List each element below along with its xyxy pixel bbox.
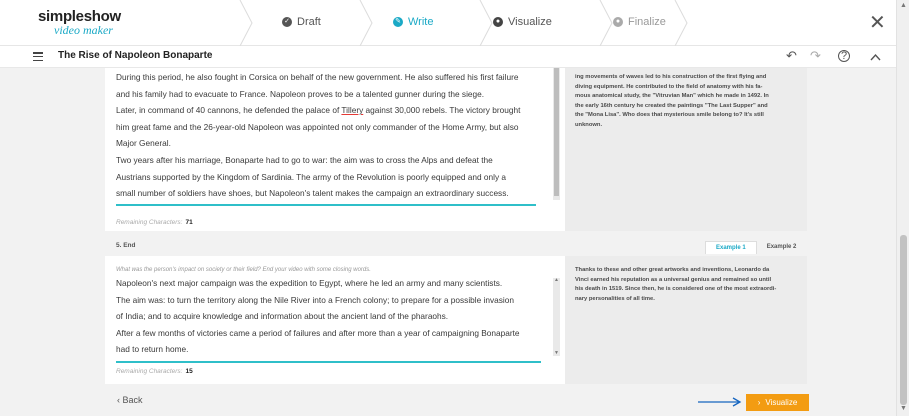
header-bar: simpleshow video maker ✓ Draft ✎ Write ● — [0, 0, 896, 46]
example-line: diving equipment. He contributed to the … — [575, 83, 763, 90]
back-label: Back — [122, 395, 143, 405]
step-finalize[interactable]: ● Finalize — [613, 16, 666, 28]
text-line: During this period, he also fought in Co… — [116, 72, 519, 82]
misspelled-word: Tillery — [341, 105, 364, 116]
help-icon[interactable]: ? — [838, 50, 850, 62]
example-tabs: Example 1 Example 2 — [705, 241, 806, 254]
brand-logo[interactable]: simpleshow video maker — [38, 9, 121, 36]
example-line: nary personalities of all time. — [575, 295, 655, 302]
remaining-label: Remaining Characters: — [116, 368, 183, 375]
scroll-up-icon[interactable]: ▲ — [554, 277, 559, 283]
text-line: Austrians supported by the Kingdom of Sa… — [116, 171, 507, 182]
progress-line — [116, 361, 541, 363]
text-line: and his family had to evacuate to France… — [116, 88, 485, 99]
page-scrollbar[interactable]: ▲ ▼ — [896, 0, 909, 416]
toolbar: The Rise of Napoleon Bonaparte ↶ ↷ ? — [0, 46, 896, 68]
chevron-right-icon: › — [757, 398, 761, 407]
section-5-label: 5. End — [116, 242, 136, 249]
progress-line — [116, 204, 536, 206]
section-5-editor[interactable]: What was the person's impact on society … — [105, 256, 565, 384]
arrow-right-icon — [698, 397, 742, 407]
visualize-label: Visualize — [765, 398, 798, 407]
text-line: him great fame and the 26-year-old Napol… — [116, 121, 519, 132]
step-draft-label: Draft — [297, 16, 321, 28]
step-write-label: Write — [408, 16, 434, 28]
brand-subtitle: video maker — [54, 23, 113, 37]
step-visualize[interactable]: ● Visualize — [493, 16, 552, 28]
step-visualize-label: Visualize — [508, 16, 552, 28]
section-5-example: Thanks to these and other great artworks… — [565, 256, 807, 384]
example-line: the early 16th century he created the pa… — [575, 102, 768, 109]
text-line: Two years after his marriage, Bonaparte … — [116, 154, 493, 165]
pencil-icon: ✎ — [393, 17, 403, 27]
chevron-left-icon: ‹ — [117, 395, 120, 405]
scroll-down-icon[interactable]: ▼ — [900, 405, 907, 412]
step-draft[interactable]: ✓ Draft — [282, 16, 321, 28]
remaining-characters: Remaining Characters: 15 — [116, 368, 193, 375]
app-window: simpleshow video maker ✓ Draft ✎ Write ● — [0, 0, 909, 416]
section-5-text[interactable]: Napoleon's next major campaign was the e… — [116, 275, 556, 358]
visualize-icon: ● — [493, 17, 503, 27]
undo-icon[interactable]: ↶ — [786, 49, 797, 63]
remaining-count: 71 — [185, 219, 193, 226]
editor-scrollbar[interactable]: ▲ ▼ — [553, 277, 560, 356]
progress-steps: ✓ Draft ✎ Write ● Visualize ● Finalize — [210, 0, 700, 46]
text-line: had to return home. — [116, 344, 189, 355]
scroll-down-icon[interactable]: ▼ — [554, 350, 559, 356]
text-line: The aim was: to turn the territory along… — [116, 294, 514, 305]
scroll-up-icon[interactable]: ▲ — [900, 2, 907, 9]
example-line: his death in 1519. Since then, he is con… — [575, 286, 777, 292]
example-line: unknown. — [575, 121, 603, 128]
finalize-icon: ● — [613, 17, 623, 27]
text-line: of India; and to acquire knowledge and i… — [116, 311, 449, 322]
text-line: After a few months of victories came a p… — [116, 327, 520, 338]
example-line: Thanks to these and other great artworks… — [575, 267, 770, 273]
section-4-example: ing movements of waves led to his constr… — [565, 68, 807, 231]
remaining-characters: Remaining Characters: 71 — [116, 219, 193, 226]
document-title: The Rise of Napoleon Bonaparte — [58, 50, 213, 61]
text-line: Later, in command of 40 cannons, he defe… — [116, 102, 556, 119]
step-write[interactable]: ✎ Write — [393, 16, 433, 28]
back-button[interactable]: ‹ Back — [117, 395, 143, 405]
text-line-start: Later, in command of 40 cannons, he defe… — [116, 105, 342, 116]
text-line: small number of soldiers have shoes, but… — [116, 188, 509, 199]
section-5-hint: What was the person's impact on society … — [116, 267, 371, 273]
tab-example-1[interactable]: Example 1 — [705, 241, 757, 254]
example-line: the "Mona Lisa". Who does that mysteriou… — [575, 112, 764, 118]
text-line: Napoleon's next major campaign was the e… — [116, 278, 503, 288]
example-line: mous anatomical study, the "Vitruvian Ma… — [575, 93, 769, 99]
section-4-text[interactable]: During this period, he also fought in Co… — [116, 69, 556, 202]
example-text: Thanks to these and other great artworks… — [575, 266, 803, 304]
step-finalize-label: Finalize — [628, 16, 666, 28]
example-line: Vinci earned his reputation as a univers… — [575, 276, 772, 283]
text-line-end: against 30,000 rebels. The victory broug… — [363, 105, 521, 116]
collapse-icon[interactable] — [870, 50, 881, 64]
text-line: Major General. — [116, 138, 171, 149]
brand-name: simpleshow — [38, 8, 121, 25]
example-line: ing movements of waves led to his constr… — [575, 74, 767, 80]
redo-icon[interactable]: ↷ — [810, 49, 821, 63]
close-icon[interactable]: ✕ — [869, 13, 886, 33]
tab-example-2[interactable]: Example 2 — [757, 241, 807, 254]
section-4-editor[interactable]: During this period, he also fought in Co… — [105, 68, 565, 231]
scrollbar-thumb[interactable] — [900, 235, 907, 405]
editor-scrollbar[interactable] — [553, 68, 560, 200]
visualize-button[interactable]: › Visualize — [746, 394, 809, 411]
example-text: ing movements of waves led to his constr… — [575, 73, 803, 130]
remaining-count: 15 — [185, 368, 193, 375]
check-icon: ✓ — [282, 17, 292, 27]
remaining-label: Remaining Characters: — [116, 219, 183, 226]
hamburger-menu-icon[interactable] — [33, 52, 43, 62]
